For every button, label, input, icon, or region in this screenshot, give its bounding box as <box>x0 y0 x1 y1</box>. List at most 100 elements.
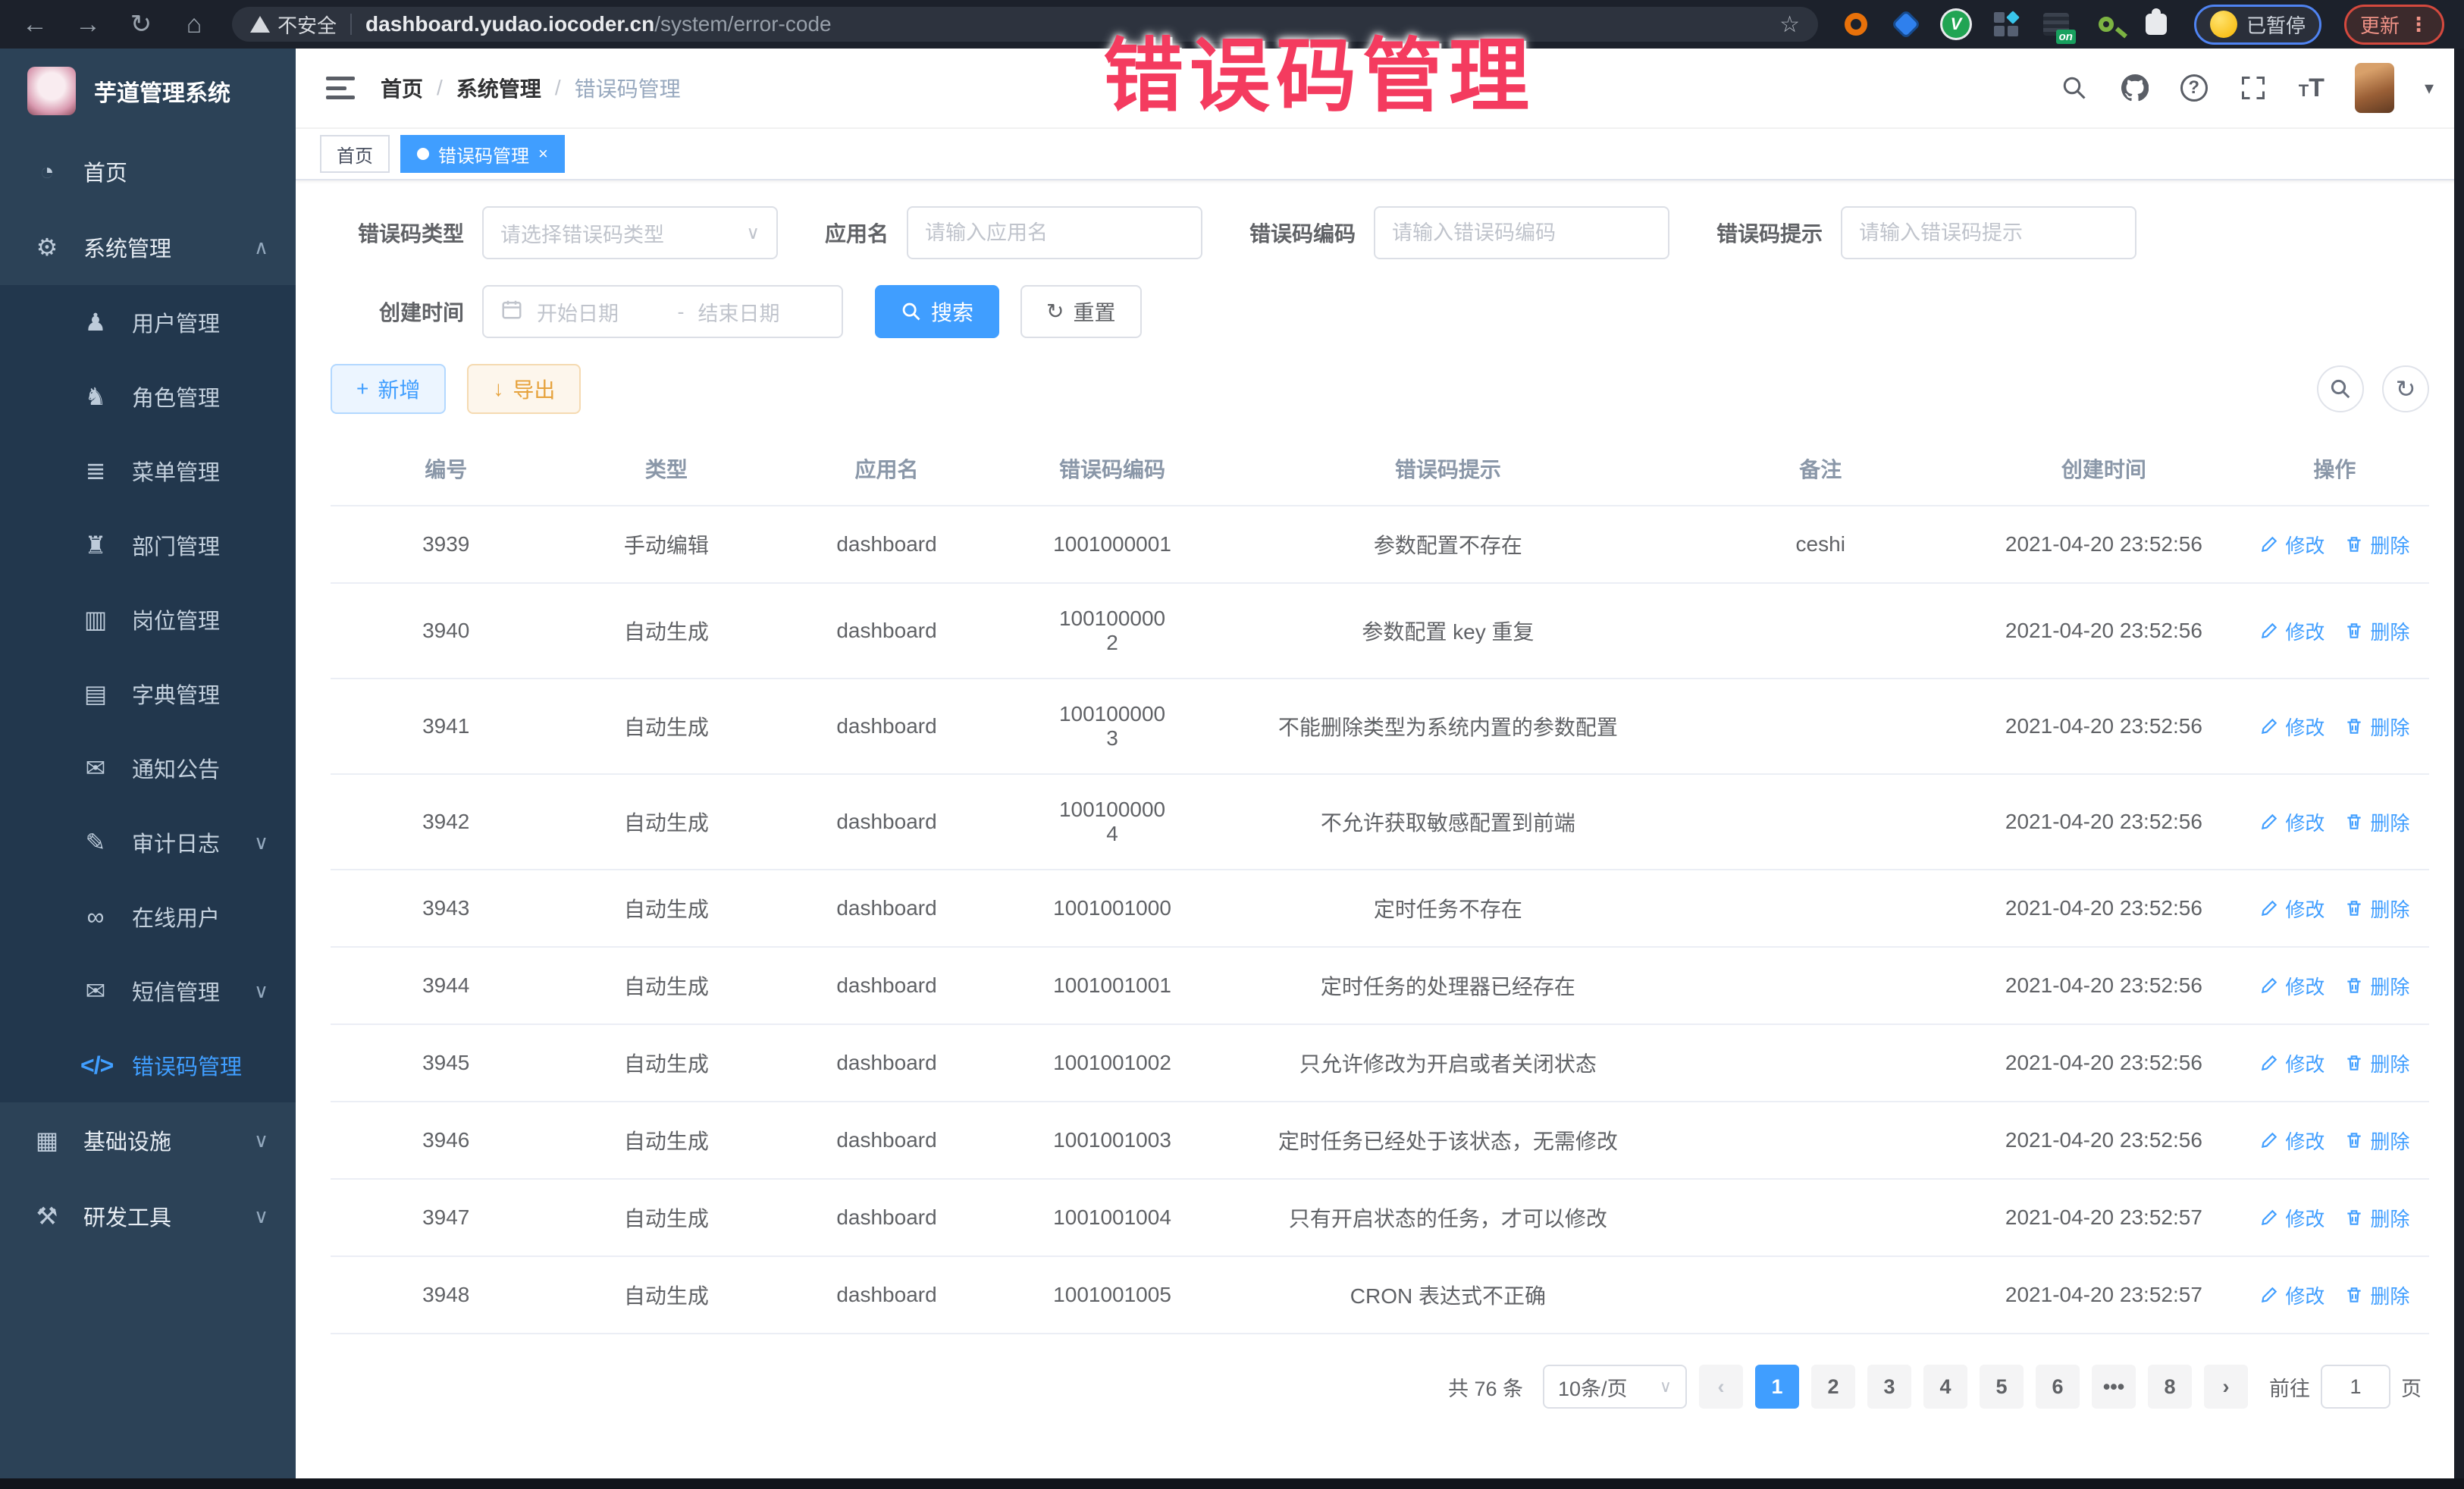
sidebar-item-home[interactable]: ◔首页 <box>0 133 296 209</box>
hamburger-icon[interactable] <box>326 77 355 99</box>
app-name-input[interactable] <box>925 221 1184 245</box>
github-icon[interactable] <box>2120 73 2150 103</box>
goto-page-input[interactable] <box>2321 1365 2390 1409</box>
browser-back-icon[interactable]: ← <box>20 11 50 37</box>
edit-button[interactable]: 修改 <box>2259 713 2324 741</box>
sidebar-item-sms-management[interactable]: ✉短信管理∨ <box>0 954 296 1028</box>
delete-button[interactable]: 删除 <box>2344 895 2409 923</box>
delete-button[interactable]: 删除 <box>2344 713 2409 741</box>
sidebar-item-department-management[interactable]: ♜部门管理 <box>0 508 296 582</box>
page-size-select[interactable]: 10条/页 ∨ <box>1543 1365 1687 1409</box>
delete-button[interactable]: 删除 <box>2344 1204 2409 1232</box>
extension-grid-icon[interactable] <box>1991 9 2021 39</box>
breadcrumb-home[interactable]: 首页 <box>381 73 423 103</box>
edit-button[interactable]: 修改 <box>2259 1127 2324 1155</box>
delete-button[interactable]: 删除 <box>2344 808 2409 836</box>
export-button[interactable]: ↓ 导出 <box>467 364 581 414</box>
tag-home[interactable]: 首页 <box>320 135 390 173</box>
edit-button[interactable]: 修改 <box>2259 1204 2324 1232</box>
extension-blue-gem-icon[interactable] <box>1891 9 1921 39</box>
sidebar-item-dev-tools[interactable]: ⚒研发工具∨ <box>0 1178 296 1254</box>
url-bar[interactable]: 不安全 dashboard.yudao.iocoder.cn/system/er… <box>232 7 1818 42</box>
bookmark-star-icon[interactable]: ☆ <box>1779 11 1800 38</box>
page-button-1[interactable]: 1 <box>1755 1365 1799 1409</box>
extension-key-icon[interactable] <box>2091 9 2121 39</box>
next-page-button[interactable]: › <box>2204 1365 2248 1409</box>
cell-msg: 不能删除类型为系统内置的参数配置 <box>1222 679 1673 774</box>
edit-button[interactable]: 修改 <box>2259 808 2324 836</box>
extension-switch-icon[interactable]: on <box>2041 9 2071 39</box>
error-type-select[interactable]: 请选择错误码类型 ∨ <box>482 206 778 259</box>
extension-puzzle-icon[interactable] <box>2141 9 2171 39</box>
sidebar-item-label: 系统管理 <box>83 231 171 263</box>
header-search-icon[interactable] <box>2059 73 2089 103</box>
scrollbar-strip[interactable] <box>2454 49 2464 1489</box>
extension-green-v-icon[interactable]: V <box>1941 9 1971 39</box>
sidebar: 芋道管理系统 ◔首页⚙系统管理∧♟用户管理♞角色管理≣菜单管理♜部门管理▥岗位管… <box>0 49 296 1478</box>
sidebar-item-role-management[interactable]: ♞角色管理 <box>0 359 296 434</box>
browser-profile-chip[interactable]: 已暂停 <box>2194 5 2321 45</box>
user-avatar[interactable] <box>2355 63 2394 113</box>
error-code-input[interactable] <box>1392 221 1651 245</box>
fullscreen-icon[interactable] <box>2238 73 2268 103</box>
avatar-caret-icon[interactable]: ▾ <box>2425 77 2434 99</box>
breadcrumb-system[interactable]: 系统管理 <box>456 73 541 103</box>
delete-button[interactable]: 删除 <box>2344 1049 2409 1077</box>
delete-button[interactable]: 删除 <box>2344 617 2409 645</box>
delete-button[interactable]: 删除 <box>2344 1127 2409 1155</box>
delete-button[interactable]: 删除 <box>2344 1281 2409 1309</box>
sidebar-item-audit-log[interactable]: ✎审计日志∨ <box>0 805 296 879</box>
page-button-8[interactable]: 8 <box>2148 1365 2192 1409</box>
sidebar-item-label: 短信管理 <box>132 975 220 1007</box>
sidebar-item-infrastructure[interactable]: ▦基础设施∨ <box>0 1102 296 1178</box>
sidebar-item-error-code-management[interactable]: </>错误码管理 <box>0 1028 296 1102</box>
filter-app-label: 应用名 <box>825 218 889 248</box>
tag-error-code-management[interactable]: 错误码管理 × <box>400 135 565 173</box>
security-chip[interactable]: 不安全 <box>250 11 337 39</box>
date-range-picker[interactable]: 开始日期 - 结束日期 <box>482 285 843 338</box>
user-icon: ♟ <box>80 308 111 337</box>
help-icon[interactable]: ? <box>2180 74 2208 102</box>
sidebar-item-label: 错误码管理 <box>132 1049 242 1081</box>
end-date-placeholder[interactable]: 结束日期 <box>698 297 826 327</box>
page-button-3[interactable]: 3 <box>1867 1365 1911 1409</box>
error-hint-input[interactable] <box>1859 221 2118 245</box>
post-icon: ▥ <box>80 605 111 634</box>
edit-button[interactable]: 修改 <box>2259 895 2324 923</box>
sidebar-item-notice-announcement[interactable]: ✉通知公告 <box>0 731 296 805</box>
table-row: 3945自动生成dashboard1001001002只允许修改为开启或者关闭状… <box>331 1024 2429 1102</box>
browser-update-button[interactable]: 更新 ⋮ <box>2344 5 2444 45</box>
sidebar-item-system-management[interactable]: ⚙系统管理∧ <box>0 209 296 285</box>
refresh-table-button[interactable]: ↻ <box>2382 365 2429 412</box>
font-size-icon[interactable]: TT <box>2299 74 2324 103</box>
page-button-6[interactable]: 6 <box>2036 1365 2080 1409</box>
sidebar-item-post-management[interactable]: ▥岗位管理 <box>0 582 296 657</box>
extension-orange-icon[interactable] <box>1841 9 1871 39</box>
prev-page-button[interactable]: ‹ <box>1699 1365 1743 1409</box>
edit-button[interactable]: 修改 <box>2259 1049 2324 1077</box>
page-button-4[interactable]: 4 <box>1923 1365 1967 1409</box>
page-button-5[interactable]: 5 <box>1980 1365 2024 1409</box>
sidebar-item-menu-management[interactable]: ≣菜单管理 <box>0 434 296 508</box>
page-ellipsis[interactable]: ••• <box>2092 1365 2136 1409</box>
start-date-placeholder[interactable]: 开始日期 <box>537 297 664 327</box>
page-button-2[interactable]: 2 <box>1811 1365 1855 1409</box>
edit-button[interactable]: 修改 <box>2259 1281 2324 1309</box>
sidebar-item-user-management[interactable]: ♟用户管理 <box>0 285 296 359</box>
browser-home-icon[interactable]: ⌂ <box>179 11 209 37</box>
delete-button[interactable]: 删除 <box>2344 972 2409 1000</box>
delete-button[interactable]: 删除 <box>2344 531 2409 559</box>
sidebar-item-online-users[interactable]: ∞在线用户 <box>0 879 296 954</box>
edit-button[interactable]: 修改 <box>2259 531 2324 559</box>
search-button[interactable]: 搜索 <box>875 285 999 338</box>
show-search-button[interactable] <box>2317 365 2364 412</box>
tag-close-icon[interactable]: × <box>538 144 548 164</box>
browser-forward-icon[interactable]: → <box>73 11 103 37</box>
browser-reload-icon[interactable]: ↻ <box>126 11 156 37</box>
add-button[interactable]: + 新增 <box>331 364 446 414</box>
edit-button[interactable]: 修改 <box>2259 972 2324 1000</box>
browser-menu-icon[interactable]: ⋮ <box>2409 13 2428 36</box>
sidebar-item-dict-management[interactable]: ▤字典管理 <box>0 657 296 731</box>
edit-button[interactable]: 修改 <box>2259 617 2324 645</box>
reset-button[interactable]: ↻ 重置 <box>1020 285 1141 338</box>
